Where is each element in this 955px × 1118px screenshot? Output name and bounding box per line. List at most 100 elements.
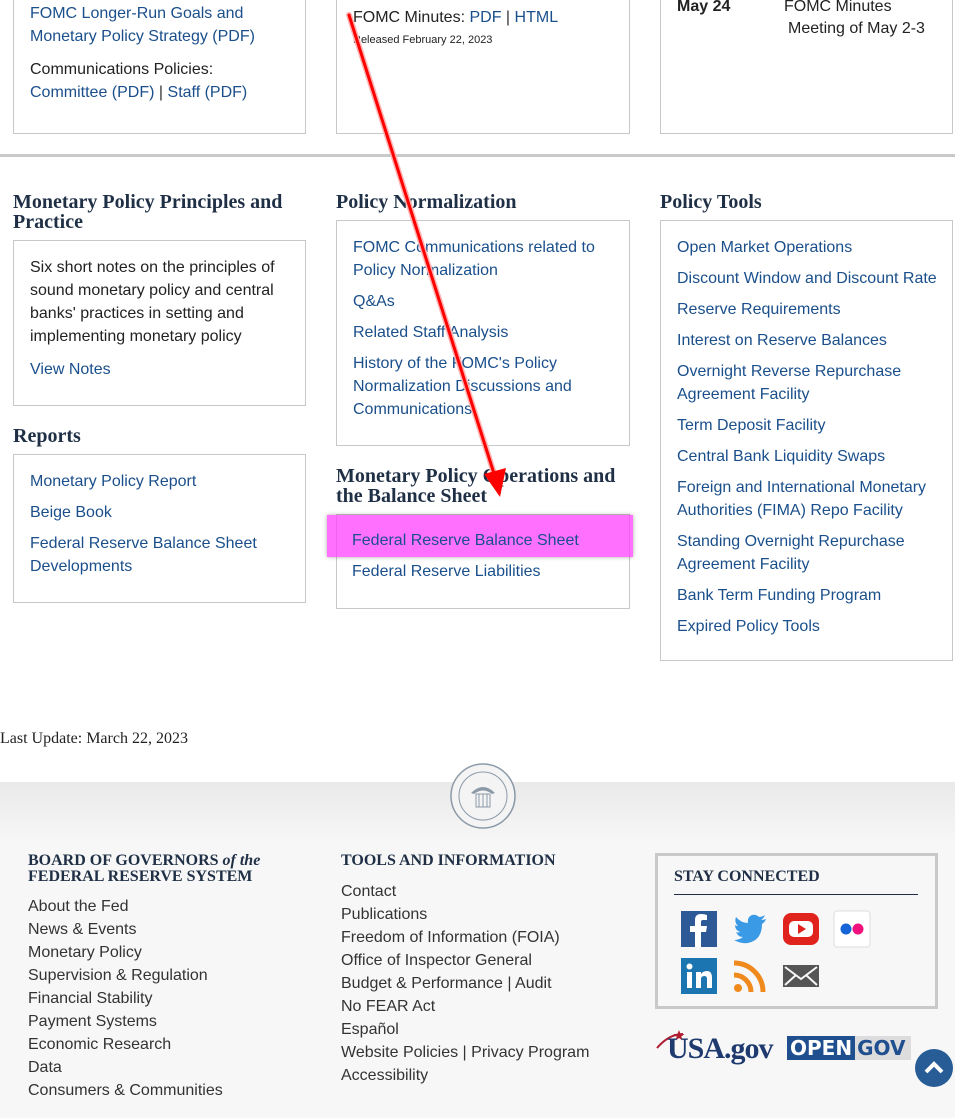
report-link-monetary-policy-report[interactable]: Monetary Policy Report (30, 470, 292, 493)
footer-link-inspector-general[interactable]: Office of Inspector General (341, 949, 589, 972)
flickr-icon[interactable] (833, 910, 871, 948)
footer-link-website-policies[interactable]: Website Policies (341, 1044, 458, 1061)
staff-pdf-link[interactable]: Staff (PDF) (168, 84, 248, 101)
tool-link-open-market-operations[interactable]: Open Market Operations (677, 236, 943, 259)
footer-link-financial-stability[interactable]: Financial Stability (28, 987, 260, 1010)
tool-link-fima-repo[interactable]: Foreign and International Monetary Autho… (677, 476, 943, 522)
reports-panel: Monetary Policy Report Beige Book Federa… (13, 454, 306, 603)
calendar-date: May 24 (677, 0, 731, 15)
open-gov-logo[interactable]: OPEN GOV (787, 1036, 912, 1060)
usa-gov-text: USA.gov (667, 1032, 774, 1065)
board-title-line2: FEDERAL RESERVE SYSTEM (28, 868, 253, 885)
operations-link-liabilities[interactable]: Federal Reserve Liabilities (352, 560, 614, 583)
goals-panel: FOMC Longer-Run Goals and Monetary Polic… (13, 0, 306, 134)
footer-link-data[interactable]: Data (28, 1056, 260, 1079)
board-title-of-the: of the (222, 852, 261, 869)
email-icon[interactable] (782, 957, 820, 995)
tool-link-standing-repo[interactable]: Standing Overnight Repurchase Agreement … (677, 530, 943, 576)
footer-link-about[interactable]: About the Fed (28, 895, 260, 918)
separator: | (462, 1044, 467, 1061)
report-link-beige-book[interactable]: Beige Book (30, 501, 292, 524)
principles-heading: Monetary Policy Principles and Practice (13, 191, 283, 233)
footer-link-no-fear[interactable]: No FEAR Act (341, 995, 589, 1018)
minutes-html-link[interactable]: HTML (515, 9, 559, 26)
footer-policies-row: Website Policies | Privacy Program (341, 1041, 589, 1064)
footer-link-contact[interactable]: Contact (341, 880, 589, 903)
tool-link-term-deposit[interactable]: Term Deposit Facility (677, 414, 943, 437)
calendar-panel: May 24 FOMC Minutes Meeting of May 2-3 (660, 0, 953, 134)
board-title: BOARD OF GOVERNORS of the FEDERAL RESERV… (28, 852, 261, 885)
tool-link-interest-on-reserves[interactable]: Interest on Reserve Balances (677, 329, 943, 352)
calendar-event-title: FOMC Minutes (784, 0, 892, 15)
footer-link-budget[interactable]: Budget & Performance (341, 975, 503, 992)
facebook-icon[interactable] (680, 910, 718, 948)
tools-info-column: TOOLS AND INFORMATION Contact Publicatio… (341, 853, 589, 1087)
footer-link-privacy[interactable]: Privacy Program (471, 1044, 589, 1061)
fomc-minutes-row: FOMC Minutes: PDF | HTML (353, 6, 623, 29)
board-column: BOARD OF GOVERNORS of the FEDERAL RESERV… (28, 853, 260, 1102)
tool-link-bank-term-funding[interactable]: Bank Term Funding Program (677, 584, 943, 607)
footer-link-consumers[interactable]: Consumers & Communities (28, 1079, 260, 1102)
tools-info-title: TOOLS AND INFORMATION (341, 852, 556, 869)
reports-heading: Reports (13, 425, 81, 447)
report-link-balance-sheet-developments[interactable]: Federal Reserve Balance Sheet Developmen… (30, 532, 292, 578)
last-update: Last Update: March 22, 2023 (0, 730, 188, 747)
operations-heading: Monetary Policy Operations and the Balan… (336, 465, 616, 507)
footer-link-espanol[interactable]: Español (341, 1018, 589, 1041)
tool-link-liquidity-swaps[interactable]: Central Bank Liquidity Swaps (677, 445, 943, 468)
tool-link-reserve-requirements[interactable]: Reserve Requirements (677, 298, 943, 321)
calendar-event: FOMC Minutes Meeting of May 2-3 (784, 0, 949, 40)
footer-link-payment-systems[interactable]: Payment Systems (28, 1010, 260, 1033)
footer-budget-row: Budget & Performance | Audit (341, 972, 589, 995)
operations-links: Federal Reserve Balance Sheet Federal Re… (352, 529, 614, 583)
separator: | (507, 975, 512, 992)
minutes-panel: FOMC Minutes: PDF | HTML Released Februa… (336, 0, 630, 134)
footer-link-economic-research[interactable]: Economic Research (28, 1033, 260, 1056)
minutes-pdf-link[interactable]: PDF (469, 9, 501, 26)
fed-seal-icon (450, 763, 516, 829)
stay-connected-box: STAY CONNECTED (655, 853, 938, 1009)
tool-link-expired-tools[interactable]: Expired Policy Tools (677, 615, 943, 638)
principles-panel: Six short notes on the principles of sou… (13, 240, 306, 406)
footer-link-monetary-policy[interactable]: Monetary Policy (28, 941, 260, 964)
calendar-event-meeting: Meeting of May 2-3 (788, 20, 925, 37)
tools-heading: Policy Tools (660, 191, 762, 213)
open-gov-gov: GOV (855, 1036, 912, 1060)
normalization-heading: Policy Normalization (336, 191, 517, 213)
linkedin-icon[interactable] (680, 957, 718, 995)
separator: | (158, 84, 164, 101)
footer: BOARD OF GOVERNORS of the FEDERAL RESERV… (0, 763, 955, 1118)
footer-link-supervision[interactable]: Supervision & Regulation (28, 964, 260, 987)
communications-links: Committee (PDF) | Staff (PDF) (30, 81, 290, 104)
youtube-icon[interactable] (782, 910, 820, 948)
footer-link-foia[interactable]: Freedom of Information (FOIA) (341, 926, 589, 949)
back-to-top-icon (924, 1061, 944, 1074)
tool-link-overnight-reverse-repo[interactable]: Overnight Reverse Repurchase Agreement F… (677, 360, 943, 406)
goals-strategy-link[interactable]: FOMC Longer-Run Goals and Monetary Polic… (30, 2, 290, 48)
normalization-panel: FOMC Communications related to Policy No… (336, 220, 630, 446)
view-notes-link[interactable]: View Notes (30, 358, 292, 381)
open-gov-open: OPEN (787, 1036, 856, 1060)
separator: | (505, 9, 511, 26)
normalization-link-communications[interactable]: FOMC Communications related to Policy No… (353, 236, 615, 282)
twitter-icon[interactable] (731, 910, 769, 948)
communications-policies-label: Communications Policies: (30, 61, 214, 78)
released-date: Released February 22, 2023 (353, 34, 493, 46)
footer-link-audit[interactable]: Audit (515, 975, 551, 992)
tool-link-discount-window[interactable]: Discount Window and Discount Rate (677, 267, 943, 290)
footer-link-news[interactable]: News & Events (28, 918, 260, 941)
committee-pdf-link[interactable]: Committee (PDF) (30, 84, 154, 101)
principles-description: Six short notes on the principles of sou… (30, 259, 275, 345)
normalization-link-history[interactable]: History of the FOMC's Policy Normalizati… (353, 352, 615, 421)
footer-link-publications[interactable]: Publications (341, 903, 589, 926)
footer-link-accessibility[interactable]: Accessibility (341, 1064, 589, 1087)
usa-gov-logo[interactable]: USA.gov (655, 1030, 775, 1070)
back-to-top-button[interactable] (915, 1049, 953, 1087)
section-divider (0, 154, 955, 157)
normalization-link-staff-analysis[interactable]: Related Staff Analysis (353, 321, 615, 344)
normalization-link-qas[interactable]: Q&As (353, 290, 615, 313)
rss-icon[interactable] (731, 957, 769, 995)
operations-link-balance-sheet[interactable]: Federal Reserve Balance Sheet (352, 529, 614, 552)
tools-panel: Open Market Operations Discount Window a… (660, 220, 953, 661)
fomc-minutes-label: FOMC Minutes: (353, 9, 466, 26)
